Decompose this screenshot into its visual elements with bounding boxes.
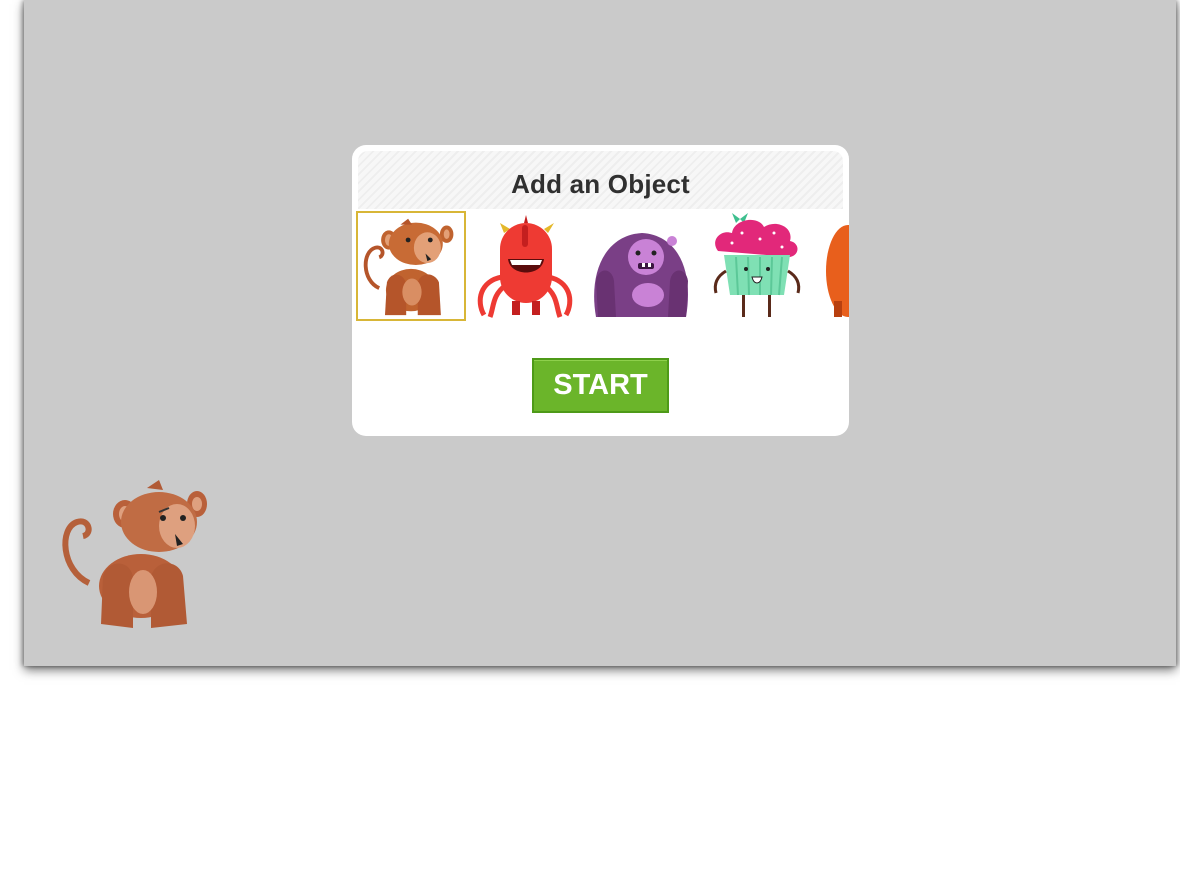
purple-gorilla-monster-icon: [594, 233, 689, 317]
dialog-title: Add an Object: [511, 169, 690, 199]
object-carousel[interactable]: [352, 209, 849, 325]
object-tile-monkey[interactable]: [356, 211, 466, 321]
orange-character-icon: [826, 225, 849, 317]
object-tile-cupcake[interactable]: [702, 211, 812, 321]
monkey-icon: [363, 218, 454, 316]
red-octopus-monster-icon: [477, 215, 573, 318]
monkey-icon: [62, 480, 207, 628]
add-object-dialog: Add an Object START: [352, 145, 849, 436]
cupcake-character-icon: [713, 213, 801, 317]
stage-monkey-sprite[interactable]: [59, 478, 219, 633]
object-tile-red-monster[interactable]: [470, 211, 580, 321]
stage[interactable]: Add an Object START: [24, 0, 1176, 666]
dialog-header: Add an Object: [358, 151, 843, 209]
start-button[interactable]: START: [532, 358, 669, 413]
object-tile-purple-monster[interactable]: [586, 211, 696, 321]
object-tile-orange-character[interactable]: [818, 211, 849, 321]
